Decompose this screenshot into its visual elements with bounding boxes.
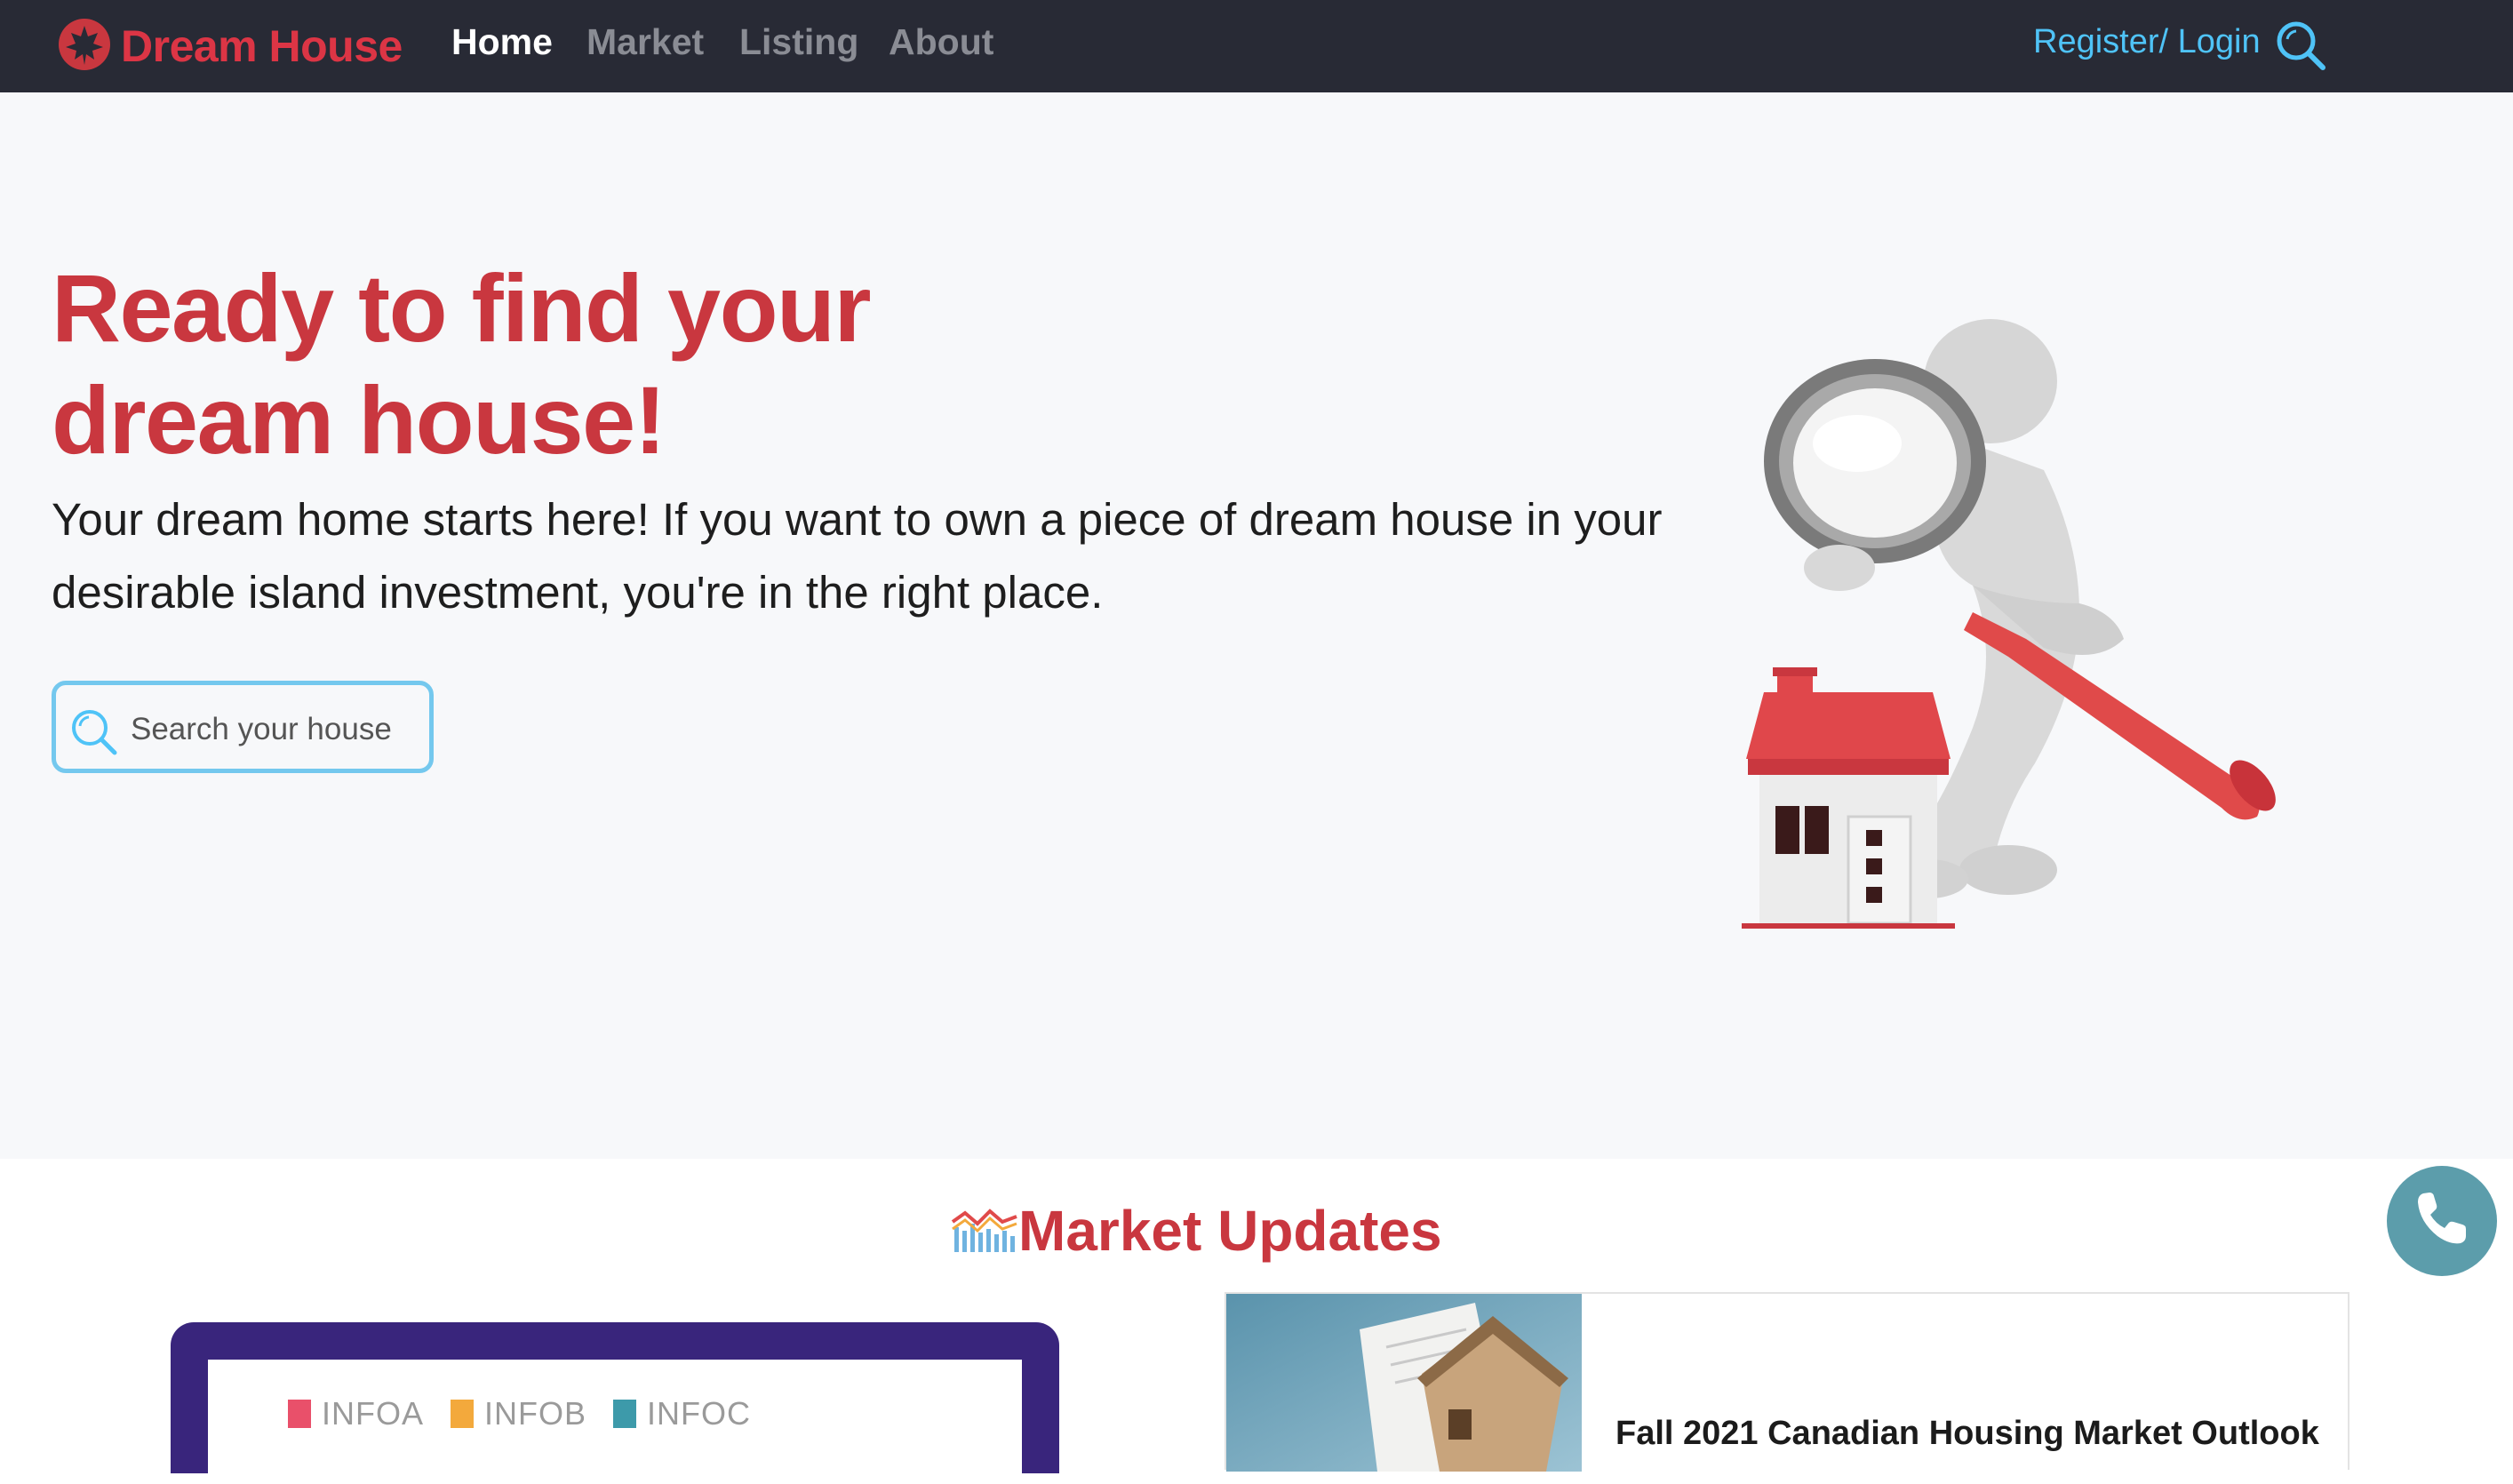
news-title[interactable]: Fall 2021 Canadian Housing Market Outloo…: [1616, 1415, 2319, 1453]
legend-swatch-c: [613, 1400, 637, 1428]
hero-title-line2: dream house!: [52, 366, 666, 474]
legend-label-b: INFOB: [484, 1395, 587, 1432]
nav-market[interactable]: Market: [586, 21, 704, 63]
nav-listing[interactable]: Listing: [739, 21, 858, 63]
news-thumbnail: [1226, 1294, 1582, 1472]
chart-trend-icon: [951, 1204, 1018, 1258]
phone-icon: [2411, 1188, 2473, 1255]
market-chart: INFOA INFOB INFOC: [208, 1360, 1022, 1484]
news-card[interactable]: Fall 2021 Canadian Housing Market Outloo…: [1225, 1292, 2349, 1472]
legend-item-c: INFOC: [613, 1395, 751, 1432]
hero-description: Your dream home starts here! If you want…: [52, 494, 1663, 618]
search-icon[interactable]: [2275, 20, 2326, 76]
nav-about[interactable]: About: [889, 21, 993, 63]
legend-label-c: INFOC: [647, 1395, 752, 1432]
search-placeholder: Search your house: [131, 712, 392, 746]
hero-search-input[interactable]: Search your house: [52, 681, 434, 773]
hero-illustration: [1706, 319, 2346, 945]
search-icon: [68, 706, 118, 761]
legend-swatch-b: [451, 1400, 475, 1428]
navbar: Dream House Home Market Listing About Re…: [0, 0, 2513, 92]
market-updates-title: Market Updates: [951, 1191, 1442, 1271]
hero-section: Ready to find your dream house! Your dre…: [0, 92, 2513, 1159]
chart-legend: INFOA INFOB INFOC: [288, 1395, 778, 1432]
legend-item-b: INFOB: [451, 1395, 586, 1432]
brand-logo[interactable]: Dream House: [57, 16, 403, 76]
market-updates-heading: Market Updates: [1018, 1199, 1442, 1263]
hero-title-line1: Ready to find your: [52, 254, 872, 362]
maple-leaf-icon: [57, 17, 112, 76]
legend-item-a: INFOA: [288, 1395, 424, 1432]
legend-label-a: INFOA: [322, 1395, 425, 1432]
register-login-link[interactable]: Register/ Login: [2033, 23, 2261, 61]
hero-title: Ready to find your dream house!: [52, 252, 1296, 476]
brand-name: Dream House: [121, 21, 403, 71]
legend-swatch-a: [288, 1400, 311, 1428]
market-chart-card: INFOA INFOB INFOC: [171, 1322, 1059, 1484]
nav-home[interactable]: Home: [451, 21, 553, 63]
phone-button[interactable]: [2387, 1166, 2497, 1276]
